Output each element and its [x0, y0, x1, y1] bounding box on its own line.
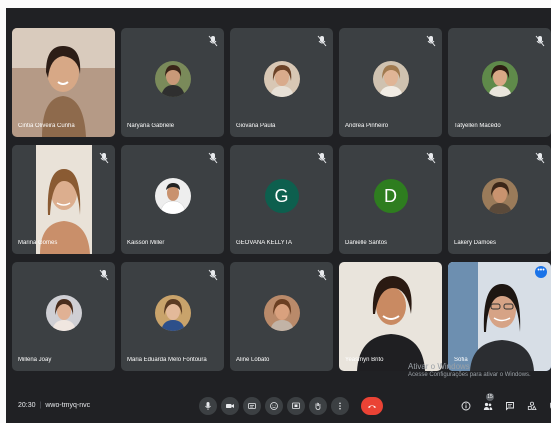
participant-avatar [154, 60, 191, 97]
participant-tile[interactable]: D Danielle Santos [339, 145, 442, 254]
participant-avatar [263, 60, 300, 97]
mic-muted-icon [535, 35, 545, 47]
meet-window: Cintia Oliveira Cunha Naryana Gabriele G… [6, 8, 551, 423]
mic-muted-icon [208, 152, 218, 164]
captions-button[interactable] [243, 397, 261, 415]
emoji-icon [270, 402, 278, 410]
present-icon [292, 402, 300, 409]
participant-avatar [45, 294, 82, 331]
mic-muted-icon [317, 35, 327, 47]
side-panel-controls: 15 [461, 393, 551, 411]
meeting-code: wwo-tmyq-nvc [45, 402, 91, 409]
participant-name: Tatyellen Macêdo [454, 123, 501, 129]
chat-icon [506, 402, 514, 411]
participant-grid: Cintia Oliveira Cunha Naryana Gabriele G… [12, 28, 551, 371]
mic-muted-icon [208, 35, 218, 47]
camera-icon [226, 404, 234, 408]
participant-avatar [263, 294, 300, 331]
participant-tile[interactable]: Cintia Oliveira Cunha [12, 28, 115, 137]
more-options-button[interactable] [331, 397, 349, 415]
participant-avatar [481, 177, 518, 214]
meeting-info: 20:30 | wwo-tmyq-nvc [18, 402, 90, 409]
chat-button[interactable] [505, 401, 515, 411]
activities-icon [527, 401, 537, 410]
participant-tile[interactable]: Aline Lobato [230, 262, 333, 371]
participant-tile[interactable]: G GEOVANA KELLYTA [230, 145, 333, 254]
mic-muted-icon [535, 152, 545, 164]
bottom-toolbar: 20:30 | wwo-tmyq-nvc 15 [6, 392, 551, 423]
meeting-time: 20:30 [18, 402, 36, 409]
separator: | [39, 402, 42, 409]
camera-button[interactable] [221, 397, 239, 415]
mic-muted-icon [426, 35, 436, 47]
participant-tile-active-speaker[interactable]: ••• Sofia [448, 262, 551, 371]
participant-avatar [481, 60, 518, 97]
reactions-button[interactable] [265, 397, 283, 415]
participant-name: Marina Gomes [18, 240, 58, 246]
participant-name: Maria Eduarda Melo Fontoura [127, 357, 207, 363]
participant-avatar [154, 294, 191, 331]
participant-initial-avatar: G [264, 178, 299, 213]
participant-tile[interactable]: Naryana Gabriele [121, 28, 224, 137]
present-button[interactable] [287, 397, 305, 415]
mic-muted-icon [208, 269, 218, 281]
participant-tile[interactable]: Yeasmyn Brito [339, 262, 442, 371]
mic-muted-icon [317, 269, 327, 281]
participant-name: Millena Joay [18, 357, 52, 363]
participant-avatar [372, 60, 409, 97]
participant-tile[interactable]: Tatyellen Macêdo [448, 28, 551, 137]
mic-muted-icon [426, 152, 436, 164]
participant-tile[interactable]: Giovana Paula [230, 28, 333, 137]
participant-initial-avatar: D [373, 178, 408, 213]
raise-hand-icon [315, 402, 321, 410]
raise-hand-button[interactable] [309, 397, 327, 415]
participant-tile[interactable]: Kaisson Miller [121, 145, 224, 254]
mic-muted-icon [99, 269, 109, 281]
participant-video [12, 28, 115, 137]
windows-activation-watermark: Ativar o Windows Acesse Configurações pa… [408, 362, 531, 380]
participant-name: Andrea Pinheiro [345, 123, 389, 129]
leave-call-button[interactable] [361, 397, 383, 415]
mic-muted-icon [99, 152, 109, 164]
watermark-title: Ativar o Windows [408, 362, 470, 371]
participant-tile[interactable]: Lakery Damões [448, 145, 551, 254]
participant-name: Kaisson Miller [127, 240, 165, 246]
tile-more-options-icon[interactable]: ••• [535, 266, 547, 278]
people-button[interactable]: 15 [483, 393, 494, 411]
participant-avatar [154, 177, 191, 214]
participant-count-badge: 15 [486, 393, 494, 401]
mic-button[interactable] [199, 397, 217, 415]
participant-name: GEOVANA KELLYTA [236, 240, 293, 246]
participant-name: Cintia Oliveira Cunha [18, 123, 75, 129]
participant-name: Lakery Damões [454, 240, 497, 246]
meeting-details-button[interactable] [461, 401, 471, 411]
mic-icon [205, 402, 211, 410]
participant-name: Danielle Santos [345, 240, 388, 246]
mic-muted-icon [317, 152, 327, 164]
participant-tile[interactable]: Andrea Pinheiro [339, 28, 442, 137]
hang-up-icon [368, 405, 376, 408]
info-icon [461, 401, 471, 411]
participant-video [448, 262, 551, 371]
participant-tile[interactable]: Maria Eduarda Melo Fontoura [121, 262, 224, 371]
participant-name: Aline Lobato [236, 357, 270, 363]
participant-video [339, 262, 442, 371]
call-controls [199, 397, 383, 415]
participant-tile[interactable]: Millena Joay [12, 262, 115, 371]
captions-icon [248, 403, 256, 409]
watermark-subtitle: Acesse Configurações para ativar o Windo… [408, 372, 531, 378]
participant-name: Giovana Paula [236, 123, 276, 129]
participant-name: Naryana Gabriele [127, 123, 175, 129]
activities-button[interactable] [527, 401, 537, 411]
participant-tile[interactable]: Marina Gomes [12, 145, 115, 254]
people-icon [483, 402, 493, 410]
more-options-icon [339, 402, 341, 410]
